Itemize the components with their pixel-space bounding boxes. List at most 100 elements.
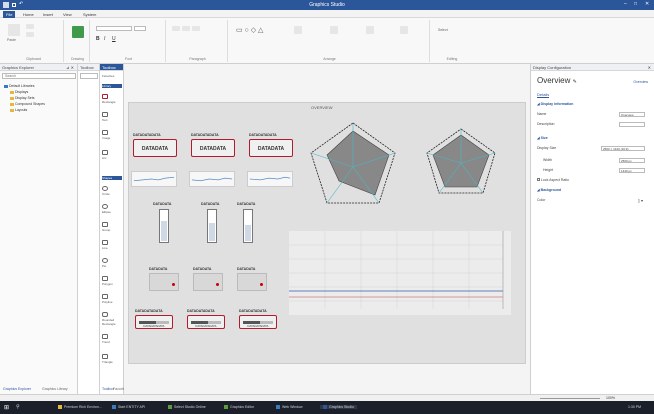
slider-1[interactable]: DATADATADATA — [135, 315, 173, 329]
align-icon[interactable] — [366, 26, 374, 34]
taskbar-item-3[interactable]: Select Studio Online — [168, 405, 206, 410]
pin-icon[interactable]: ⊿ ✕ — [66, 65, 74, 70]
tab-file[interactable]: File — [3, 11, 16, 18]
tab-details[interactable]: Details — [537, 92, 550, 98]
section-size[interactable]: ◢ Size — [537, 136, 649, 140]
group-icon[interactable] — [400, 26, 408, 34]
tree-item-compound-shapes[interactable]: Compound Shapes — [10, 102, 45, 106]
tool-pie[interactable]: Pie — [102, 258, 122, 268]
data-display-2[interactable]: DATADATA — [191, 139, 235, 157]
paste-button[interactable]: Paste — [7, 38, 16, 42]
radar-chart-2[interactable] — [423, 125, 499, 199]
display-size-select[interactable]: 2560 × 1440 (16:9) — [601, 146, 645, 151]
tool-rounded-rectangle[interactable]: Rounded Rectangle — [102, 312, 122, 326]
width-stepper[interactable]: 2560 px — [619, 158, 645, 163]
tool-circle[interactable]: Circle — [102, 186, 122, 196]
level-gauge-2[interactable] — [207, 209, 217, 243]
tool-ellipse[interactable]: Ellipse — [102, 204, 122, 214]
tool-text[interactable]: Text — [102, 112, 122, 122]
tree-item-layouts[interactable]: Layouts — [10, 108, 27, 112]
maximize-button[interactable]: □ — [634, 1, 637, 7]
prop-row-description: Description — [537, 122, 649, 127]
description-input[interactable] — [619, 122, 645, 127]
shape-gallery-icon[interactable]: ▭ ○ ◇ △ — [236, 26, 263, 34]
color-picker-icon[interactable]: ▯ ▾ — [638, 198, 643, 203]
status-block-2[interactable] — [193, 273, 223, 291]
tab-home[interactable]: Home — [20, 11, 37, 18]
windows-start-icon[interactable]: ⊞ — [4, 404, 9, 411]
align-right-icon[interactable] — [192, 26, 200, 31]
tool-rectangle[interactable]: Rectangle — [102, 94, 122, 104]
toolbox-tab[interactable]: Toolbox — [100, 64, 123, 71]
tool-group[interactable]: Group — [102, 222, 122, 232]
tab-system[interactable]: System — [80, 11, 99, 18]
toolbox-favorites[interactable]: Favorites — [102, 74, 122, 78]
toolbox-search-input[interactable] — [80, 73, 98, 79]
minimize-button[interactable]: – — [624, 1, 627, 7]
status-block-1[interactable] — [149, 273, 179, 291]
lock-aspect-checkbox[interactable] — [537, 178, 540, 181]
tree-item-display-sets[interactable]: Display Sets — [10, 96, 34, 100]
tab-graphics-library[interactable]: Graphics Library — [42, 387, 68, 391]
slider-2[interactable]: DATADATADATA — [187, 315, 225, 329]
toolbox-shapes[interactable]: Shapes — [102, 176, 122, 180]
polygon-icon — [102, 276, 108, 281]
font-size-select[interactable] — [134, 26, 146, 31]
search-icon[interactable]: ⚲ — [16, 404, 20, 410]
tab-insert[interactable]: Insert — [40, 11, 56, 18]
select-button[interactable]: Select — [438, 28, 448, 32]
tool-triangle[interactable]: Triangle — [102, 354, 122, 364]
tool-polyline[interactable]: Polyline — [102, 294, 122, 304]
taskbar-item-4[interactable]: Graphics Editor — [224, 405, 254, 410]
tree-item-displays[interactable]: Displays — [10, 90, 28, 94]
name-input[interactable]: Overview — [619, 112, 645, 117]
clock: 1:30 PM — [628, 405, 642, 409]
height-stepper[interactable]: 1440 px — [619, 168, 645, 173]
zoom-slider[interactable] — [540, 398, 600, 399]
taskbar-item-2[interactable]: Start ENTITY API — [112, 405, 145, 410]
taskbar-item-5[interactable]: Web Window — [276, 405, 303, 410]
taskbar-item-6[interactable]: Graphics Studio — [320, 405, 357, 410]
level-gauge-3[interactable] — [243, 209, 253, 243]
copy-icon[interactable] — [26, 32, 34, 37]
order-icon[interactable] — [330, 26, 338, 34]
display-canvas[interactable]: OVERVIEW DATADATADATA DATADATA DATADATAD… — [128, 102, 526, 364]
sparkline-1 — [131, 171, 177, 187]
tool-trend[interactable]: Trend — [102, 334, 122, 344]
data-display-3[interactable]: DATADATA — [249, 139, 293, 157]
trend-chart[interactable] — [289, 231, 511, 315]
cut-icon[interactable] — [26, 24, 34, 29]
fill-icon[interactable] — [294, 26, 302, 34]
canvas-title: OVERVIEW — [311, 105, 333, 110]
slider-3[interactable]: DATADATADATA — [239, 315, 277, 329]
drawing-icon[interactable] — [72, 26, 84, 38]
data-display-1[interactable]: DATADATA — [133, 139, 177, 157]
taskbar-item-1[interactable]: Premium Rich Environ... — [58, 405, 102, 410]
radar-chart-1[interactable] — [305, 117, 401, 211]
italic-icon[interactable]: I — [104, 36, 105, 42]
status-block-3[interactable] — [237, 273, 267, 291]
tree-item-default-libraries[interactable]: Default Libraries — [4, 84, 34, 88]
tab-graphics-explorer[interactable]: Graphics Explorer — [3, 387, 31, 391]
tool-image[interactable]: Image — [102, 130, 122, 140]
task-label: Graphics Studio — [329, 405, 354, 409]
underline-icon[interactable]: U — [112, 36, 116, 42]
explorer-search-input[interactable] — [2, 73, 76, 79]
edit-link[interactable]: Overview — [633, 80, 648, 84]
paste-icon[interactable] — [8, 24, 20, 36]
toolbox-library[interactable]: Library — [102, 84, 122, 88]
tab-view[interactable]: View — [60, 11, 75, 18]
section-display-information[interactable]: ◢ Display Information — [537, 102, 649, 106]
align-center-icon[interactable] — [182, 26, 190, 31]
level-gauge-1[interactable] — [159, 209, 169, 243]
close-button[interactable]: ✕ — [645, 1, 649, 7]
close-panel-icon[interactable]: ✕ — [648, 65, 651, 70]
bold-icon[interactable]: B — [96, 36, 100, 42]
font-family-select[interactable] — [96, 26, 132, 31]
edit-pencil-icon[interactable]: ✎ — [573, 79, 577, 85]
tool-arc[interactable]: Arc — [102, 150, 122, 160]
align-left-icon[interactable] — [172, 26, 180, 31]
tool-line[interactable]: Line — [102, 240, 122, 250]
section-background[interactable]: ◢ Background — [537, 188, 649, 192]
tool-polygon[interactable]: Polygon — [102, 276, 122, 286]
